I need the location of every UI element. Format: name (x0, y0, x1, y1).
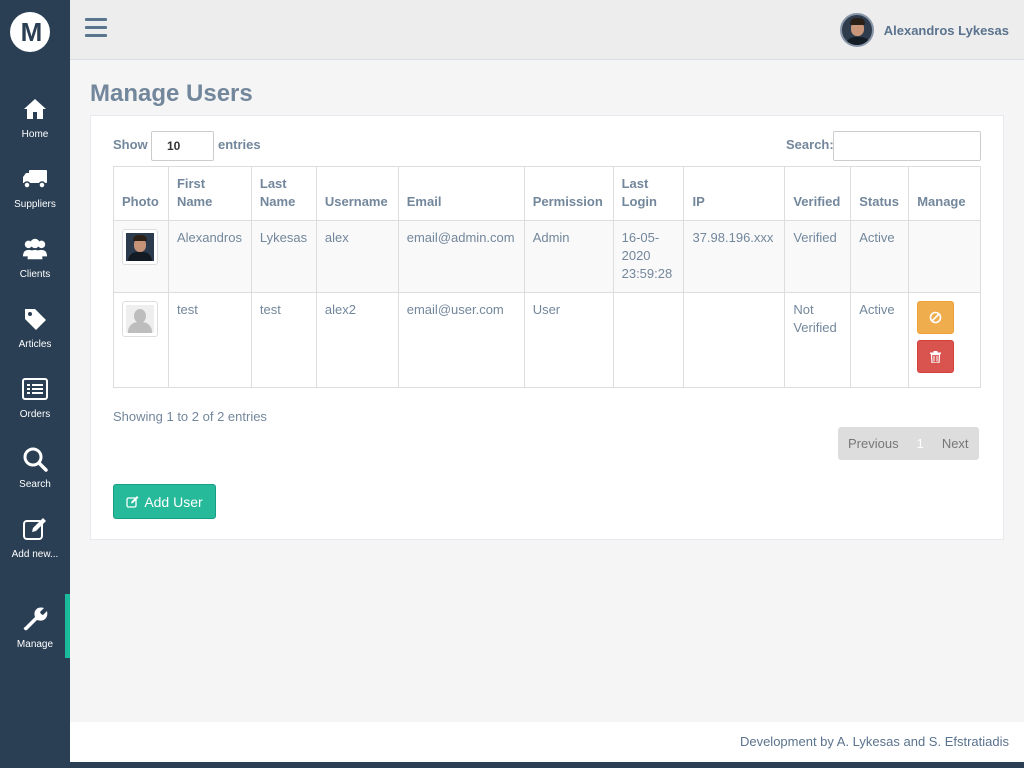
delete-user-button[interactable] (917, 340, 955, 373)
add-user-button[interactable]: Add User (113, 484, 216, 519)
users-icon (22, 236, 48, 262)
page-length-select[interactable] (151, 131, 214, 161)
permission-cell: Admin (523, 220, 614, 293)
last-login-cell (612, 292, 685, 388)
column-header-ip[interactable]: IP (683, 166, 786, 221)
add-user-label: Add User (144, 493, 203, 510)
column-header-email[interactable]: Email (397, 166, 525, 221)
pagination-page-1[interactable]: 1 (909, 436, 932, 451)
username-cell: alex2 (315, 292, 399, 388)
app-logo[interactable]: M (10, 12, 50, 52)
verified-cell: Verified (784, 220, 852, 293)
permission-cell: User (523, 292, 614, 388)
first-name-cell: test (167, 292, 252, 388)
search-icon (22, 446, 48, 472)
email-cell: email@user.com (397, 292, 525, 388)
search-label: Search: (786, 137, 834, 152)
column-header-last-login[interactable]: Last Login (612, 166, 685, 221)
sidebar-item-clients[interactable]: Clients (0, 236, 70, 306)
sidebar-item-orders[interactable]: Orders (0, 376, 70, 446)
pagination-next[interactable]: Next (932, 436, 979, 451)
email-cell: email@admin.com (397, 220, 525, 293)
top-navbar: Alexandros Lykesas (70, 0, 1024, 60)
sidebar-item-add-new[interactable]: Add new... (0, 516, 70, 586)
last-name-cell: test (250, 292, 317, 388)
user-photo (122, 229, 158, 265)
search-input[interactable] (833, 131, 981, 161)
page-title: Manage Users (90, 80, 253, 107)
sidebar-item-label: Suppliers (14, 199, 56, 210)
first-name-cell: Alexandros (167, 220, 252, 293)
sidebar-item-articles[interactable]: Articles (0, 306, 70, 376)
truck-icon (22, 166, 48, 192)
footer-credits: Development by A. Lykesas and S. Efstrat… (739, 734, 1009, 749)
sidebar-item-search[interactable]: Search (0, 446, 70, 516)
table-row: test test alex2 email@user.com User Not … (113, 292, 981, 388)
user-profile-menu[interactable]: Alexandros Lykesas (839, 13, 1009, 47)
sidebar-item-label: Articles (18, 339, 52, 350)
show-label: Show (113, 137, 148, 152)
home-icon (22, 96, 48, 122)
edit-icon (22, 516, 48, 542)
column-header-manage[interactable]: Manage (908, 166, 981, 221)
ban-icon (929, 311, 942, 324)
users-panel: Show entries Search: Photo First Name La… (90, 115, 1004, 540)
sidebar-item-manage[interactable]: Manage (0, 594, 70, 676)
username-cell: alex (315, 220, 399, 293)
trash-icon (930, 350, 942, 363)
column-header-first-name[interactable]: First Name (167, 166, 252, 221)
footer: Development by A. Lykesas and S. Efstrat… (70, 722, 1024, 762)
tag-icon (22, 306, 48, 332)
pagination-previous[interactable]: Previous (838, 436, 909, 451)
table-row: Alexandros Lykesas alex email@admin.com … (113, 220, 981, 293)
deactivate-user-button[interactable] (917, 301, 955, 334)
wrench-icon (22, 606, 48, 632)
entries-label: entries (218, 137, 261, 152)
sidebar-item-suppliers[interactable]: Suppliers (0, 166, 70, 236)
column-header-last-name[interactable]: Last Name (250, 166, 317, 221)
ip-cell: 37.98.196.xxx (683, 220, 786, 293)
sidebar-item-label: Add new... (11, 549, 59, 560)
status-cell: Active (850, 292, 910, 388)
ip-cell (683, 292, 786, 388)
manage-cell (908, 292, 981, 388)
user-photo-placeholder (122, 301, 158, 337)
sidebar-item-label: Clients (19, 269, 51, 280)
sidebar: M Home Suppliers Clients Articles Orders (0, 0, 70, 768)
column-header-username[interactable]: Username (315, 166, 399, 221)
photo-cell (113, 292, 169, 388)
sidebar-item-home[interactable]: Home (0, 96, 70, 166)
sidebar-item-label: Manage (16, 639, 54, 650)
status-cell: Active (850, 220, 910, 293)
bottom-strip (0, 762, 1024, 768)
column-header-verified[interactable]: Verified (784, 166, 852, 221)
verified-cell: Not Verified (784, 292, 852, 388)
edit-icon (126, 496, 139, 508)
sidebar-item-label: Search (19, 479, 51, 490)
list-icon (22, 376, 48, 402)
menu-toggle-icon[interactable] (85, 18, 107, 38)
sidebar-item-label: Orders (19, 409, 51, 420)
table-header-row: Photo First Name Last Name Username Emai… (113, 166, 981, 221)
sidebar-item-label: Home (21, 129, 49, 140)
column-header-permission[interactable]: Permission (523, 166, 614, 221)
avatar (839, 13, 874, 47)
users-table: Photo First Name Last Name Username Emai… (113, 166, 981, 388)
photo-cell (113, 220, 169, 293)
table-info: Showing 1 to 2 of 2 entries (113, 409, 267, 424)
user-name: Alexandros Lykesas (883, 22, 1009, 38)
last-login-cell: 16-05-2020 23:59:28 (612, 220, 685, 293)
pagination: Previous 1 Next (838, 427, 979, 460)
manage-cell (908, 220, 981, 293)
column-header-status[interactable]: Status (850, 166, 910, 221)
column-header-photo[interactable]: Photo (113, 166, 169, 221)
last-name-cell: Lykesas (250, 220, 317, 293)
